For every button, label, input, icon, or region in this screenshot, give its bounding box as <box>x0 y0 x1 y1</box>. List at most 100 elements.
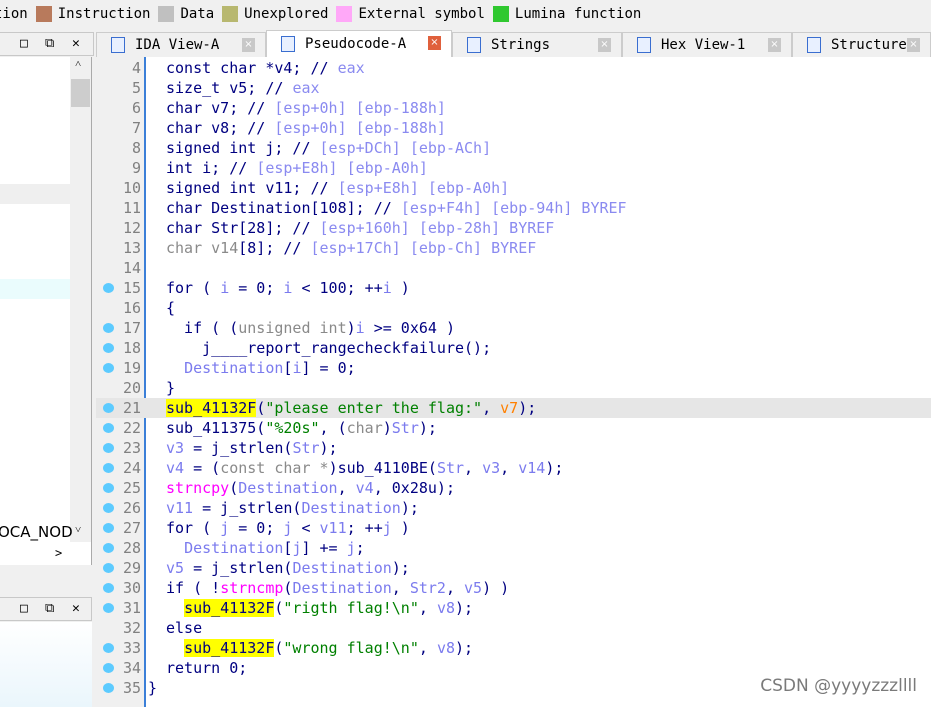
code-line[interactable]: 24 v4 = (const char *)sub_4110BE(Str, v3,… <box>96 458 931 478</box>
code-text: else <box>166 618 202 638</box>
code-token: ); <box>455 599 474 617</box>
code-line[interactable]: 22 sub_411375("%20s", (char)Str); <box>96 418 931 438</box>
breakpoint-dot-icon[interactable] <box>103 323 114 333</box>
breakpoint-dot-icon[interactable] <box>103 563 114 573</box>
code-line[interactable]: 20} <box>96 378 931 398</box>
close-icon[interactable]: ✕ <box>72 601 80 616</box>
code-token: , <box>418 599 437 617</box>
breakpoint-dot-icon[interactable] <box>103 663 114 673</box>
breakpoint-dot-icon[interactable] <box>103 363 114 373</box>
code-token: ); <box>400 499 419 517</box>
code-line[interactable]: 27 for ( j = 0; j < v11; ++j ) <box>96 518 931 538</box>
code-token: Str <box>436 459 465 477</box>
code-token: i <box>355 319 365 337</box>
breakpoint-dot-icon[interactable] <box>103 683 114 693</box>
code-line[interactable]: 28 Destination[j] += j; <box>96 538 931 558</box>
restore-icon[interactable]: ⧉ <box>45 601 54 616</box>
close-tab-icon[interactable]: × <box>907 38 920 52</box>
restore-icon[interactable]: ⧉ <box>45 36 54 51</box>
line-number: 35 <box>122 679 141 697</box>
code-line[interactable]: 12 char Str[28]; // [esp+160h] [ebp-28h] … <box>96 218 931 238</box>
breakpoint-dot-icon[interactable] <box>103 343 114 353</box>
code-token: Str2 <box>409 579 446 597</box>
function-name[interactable]: OCA_NOD <box>0 523 73 541</box>
tab-ida-view-a[interactable]: IDA View-A × <box>96 32 266 57</box>
line-number: 6 <box>131 99 141 117</box>
line-number: 34 <box>122 659 141 677</box>
list-item[interactable] <box>0 279 70 299</box>
line-number: 14 <box>122 259 141 277</box>
breakpoint-dot-icon[interactable] <box>103 483 114 493</box>
code-line[interactable]: 34 return 0; <box>96 658 931 678</box>
breakpoint-dot-icon[interactable] <box>103 543 114 553</box>
code-token: sub_41132F <box>184 639 275 657</box>
code-line[interactable]: 10 signed int v11; // [esp+E8h] [ebp-A0h] <box>96 178 931 198</box>
code-line[interactable]: 31 sub_41132F("rigth flag!\n", v8); <box>96 598 931 618</box>
scroll-up-icon[interactable]: ˄ <box>75 57 81 70</box>
code-line[interactable]: 30 if ( !strncmp(Destination, Str2, v5) ) <box>96 578 931 598</box>
close-tab-icon[interactable]: × <box>242 38 255 52</box>
line-number: 4 <box>131 59 141 77</box>
legend-label: Lumina function <box>514 6 642 22</box>
code-line[interactable]: 17 if ( (unsigned int)i >= 0x64 ) <box>96 318 931 338</box>
code-line[interactable]: 11 char Destination[108]; // [esp+F4h] [e… <box>96 198 931 218</box>
code-line[interactable]: 13 char v14[8]; // [esp+17Ch] [ebp-Ch] BY… <box>96 238 931 258</box>
code-line[interactable]: 4 const char *v4; // eax <box>96 58 931 78</box>
code-token: } <box>166 379 176 397</box>
breakpoint-dot-icon[interactable] <box>103 443 114 453</box>
close-icon[interactable]: ✕ <box>72 36 80 51</box>
code-line[interactable]: 32 else <box>96 618 931 638</box>
code-token: strncpy <box>166 479 230 497</box>
code-token: j <box>346 539 356 557</box>
tab-hex-view-1[interactable]: Hex View-1 × <box>622 32 792 57</box>
code-line[interactable]: 9 int i; // [esp+E8h] [ebp-A0h] <box>96 158 931 178</box>
scroll-down-icon[interactable]: ˅ <box>75 523 81 536</box>
list-item[interactable] <box>0 184 70 204</box>
breakpoint-dot-icon[interactable] <box>103 583 114 593</box>
maximize-icon[interactable]: □ <box>20 601 28 616</box>
breakpoint-dot-icon[interactable] <box>103 463 114 473</box>
close-tab-icon[interactable]: × <box>768 38 781 52</box>
breakpoint-dot-icon[interactable] <box>103 503 114 513</box>
code-line[interactable]: 6 char v7; // [esp+0h] [ebp-188h] <box>96 98 931 118</box>
code-token: return 0; <box>166 659 248 677</box>
breakpoint-dot-icon[interactable] <box>103 283 114 293</box>
vertical-scrollbar[interactable]: ˄ ˅ <box>70 57 91 542</box>
code-line[interactable]: 25 strncpy(Destination, v4, 0x28u); <box>96 478 931 498</box>
code-text: char v8; // [esp+0h] [ebp-188h] <box>166 118 446 138</box>
close-tab-icon[interactable]: × <box>428 36 441 50</box>
scroll-right-icon[interactable]: > <box>55 546 62 560</box>
pseudocode-view[interactable]: 4 const char *v4; // eax 5 size_t v5; // ea… <box>96 57 931 707</box>
code-line[interactable]: 18 j____report_rangecheckfailure(); <box>96 338 931 358</box>
code-text: strncpy(Destination, v4, 0x28u); <box>166 478 455 498</box>
code-line[interactable]: 14 <box>96 258 931 278</box>
code-line[interactable]: 19 Destination[i] = 0; <box>96 358 931 378</box>
breakpoint-dot-icon[interactable] <box>103 423 114 433</box>
tab-pseudocode-a[interactable]: Pseudocode-A × <box>266 30 452 57</box>
code-line[interactable]: 33 sub_41132F("wrong flag!\n", v8); <box>96 638 931 658</box>
code-text: v5 = j_strlen(Destination); <box>166 558 410 578</box>
code-line[interactable]: 8 signed int j; // [esp+DCh] [ebp-ACh] <box>96 138 931 158</box>
code-line[interactable]: 21 sub_41132F("please enter the flag:", v… <box>96 398 931 418</box>
code-token: = ( <box>184 459 221 477</box>
breakpoint-dot-icon[interactable] <box>103 643 114 653</box>
breakpoint-dot-icon[interactable] <box>103 523 114 533</box>
code-text: { <box>166 298 175 318</box>
code-line[interactable]: 16 { <box>96 298 931 318</box>
code-line[interactable]: 29 v5 = j_strlen(Destination); <box>96 558 931 578</box>
code-line[interactable]: 15 for ( i = 0; i < 100; ++i ) <box>96 278 931 298</box>
code-line[interactable]: 5 size_t v5; // eax <box>96 78 931 98</box>
code-text: const char *v4; // eax <box>166 58 365 78</box>
scrollbar-thumb[interactable] <box>71 79 90 107</box>
code-line[interactable]: 26 v11 = j_strlen(Destination); <box>96 498 931 518</box>
tab-structures[interactable]: Structures × <box>792 32 931 57</box>
breakpoint-dot-icon[interactable] <box>103 603 114 613</box>
code-token: char v7; // <box>166 99 275 117</box>
tab-strings[interactable]: Strings × <box>452 32 622 57</box>
code-line[interactable]: 23 v3 = j_strlen(Str); <box>96 438 931 458</box>
code-line[interactable]: 7 char v8; // [esp+0h] [ebp-188h] <box>96 118 931 138</box>
breakpoint-dot-icon[interactable] <box>103 403 114 413</box>
maximize-icon[interactable]: □ <box>20 36 28 51</box>
code-token: v11 <box>319 519 347 537</box>
close-tab-icon[interactable]: × <box>598 38 611 52</box>
